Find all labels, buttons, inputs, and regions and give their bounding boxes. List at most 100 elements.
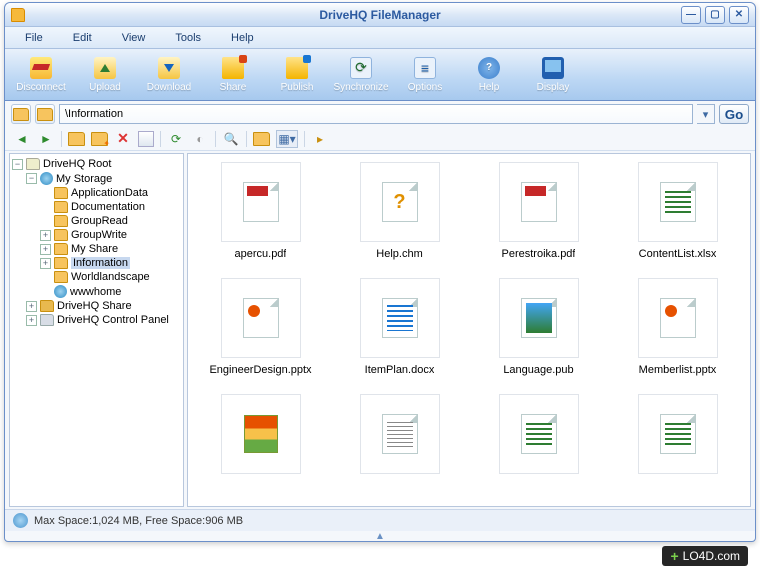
tree-node-wwwhome[interactable]: wwwhome bbox=[12, 284, 181, 299]
tree-node-applicationdata[interactable]: ApplicationData bbox=[12, 186, 181, 200]
folder-tree[interactable]: −DriveHQ Root−My StorageApplicationDataD… bbox=[9, 153, 184, 507]
menu-view[interactable]: View bbox=[122, 32, 146, 44]
synchronize-icon bbox=[350, 57, 372, 79]
file-grid: apercu.pdf Help.chm Perestroika.pdf Content… bbox=[196, 162, 742, 480]
menu-help[interactable]: Help bbox=[231, 32, 254, 44]
path-dropdown[interactable]: ▾ bbox=[697, 104, 715, 124]
pub-file-icon bbox=[521, 298, 557, 338]
menu-edit[interactable]: Edit bbox=[73, 32, 92, 44]
menu-file[interactable]: File bbox=[25, 32, 43, 44]
separator bbox=[304, 131, 305, 147]
minimize-button[interactable]: — bbox=[681, 6, 701, 24]
help-icon: ? bbox=[478, 57, 500, 79]
maximize-button[interactable]: ▢ bbox=[705, 6, 725, 24]
disconnect-icon bbox=[30, 57, 52, 79]
file-item[interactable] bbox=[613, 394, 742, 480]
menu-tools[interactable]: Tools bbox=[175, 32, 201, 44]
go-button[interactable]: Go bbox=[719, 104, 749, 124]
txt-file-icon bbox=[382, 414, 418, 454]
file-item[interactable]: Help.chm bbox=[335, 162, 464, 260]
titlebar: DriveHQ FileManager — ▢ ✕ bbox=[5, 3, 755, 27]
tree-node-groupwrite[interactable]: +GroupWrite bbox=[12, 228, 181, 242]
search-button[interactable]: 🔍 bbox=[222, 130, 240, 148]
toolbar-upload-button[interactable]: Upload bbox=[75, 52, 135, 98]
file-item[interactable]: Language.pub bbox=[474, 278, 603, 376]
window-buttons: — ▢ ✕ bbox=[681, 6, 749, 24]
view-mode-button[interactable]: ▦▾ bbox=[276, 130, 298, 148]
properties-button[interactable] bbox=[138, 131, 154, 147]
file-item[interactable]: ContentList.xlsx bbox=[613, 162, 742, 260]
file-thumbnail bbox=[360, 162, 440, 242]
refresh-button[interactable]: ⟳ bbox=[167, 130, 185, 148]
stop-button[interactable]: ◐ bbox=[191, 130, 209, 148]
file-item[interactable]: ItemPlan.docx bbox=[335, 278, 464, 376]
file-pane[interactable]: apercu.pdf Help.chm Perestroika.pdf Content… bbox=[187, 153, 751, 507]
status-text: Max Space:1,024 MB, Free Space:906 MB bbox=[34, 515, 243, 527]
nav-toolbar: ◄ ► ✕ ⟳ ◐ 🔍 ▦▾ ▸ bbox=[5, 127, 755, 151]
up-folder-button[interactable] bbox=[68, 132, 85, 146]
file-label: apercu.pdf bbox=[235, 248, 287, 260]
folder-picker-button[interactable] bbox=[11, 104, 31, 124]
close-button[interactable]: ✕ bbox=[729, 6, 749, 24]
app-title: DriveHQ FileManager bbox=[319, 8, 440, 22]
folder-current-icon[interactable] bbox=[35, 104, 55, 124]
options-icon bbox=[414, 57, 436, 79]
display-icon bbox=[542, 57, 564, 79]
app-icon bbox=[11, 8, 25, 22]
toolbar-share-button[interactable]: Share bbox=[203, 52, 263, 98]
xlsx-file-icon bbox=[521, 414, 557, 454]
toolbar-options-button[interactable]: Options bbox=[395, 52, 455, 98]
back-button[interactable]: ◄ bbox=[13, 130, 31, 148]
file-label: Language.pub bbox=[503, 364, 573, 376]
toolbar-label: Synchronize bbox=[333, 82, 388, 93]
toolbar-help-button[interactable]: ? Help bbox=[459, 52, 519, 98]
status-bar: Max Space:1,024 MB, Free Space:906 MB bbox=[5, 509, 755, 531]
file-item[interactable] bbox=[474, 394, 603, 480]
xlsx-file-icon bbox=[660, 182, 696, 222]
panel-collapse-chevron[interactable]: ▲ bbox=[5, 531, 755, 541]
share-icon bbox=[222, 57, 244, 79]
tree-node-drivehq-control-panel[interactable]: +DriveHQ Control Panel bbox=[12, 313, 181, 327]
toolbar-display-button[interactable]: Display bbox=[523, 52, 583, 98]
tree-node-documentation[interactable]: Documentation bbox=[12, 200, 181, 214]
file-thumbnail bbox=[360, 394, 440, 474]
tree-node-worldlandscape[interactable]: Worldlandscape bbox=[12, 270, 181, 284]
file-label: Perestroika.pdf bbox=[502, 248, 576, 260]
toolbar-label: Options bbox=[408, 82, 442, 93]
file-item[interactable]: Perestroika.pdf bbox=[474, 162, 603, 260]
tree-node-groupread[interactable]: GroupRead bbox=[12, 214, 181, 228]
upload-icon bbox=[94, 57, 116, 79]
folders-toggle-icon[interactable]: ▸ bbox=[311, 130, 329, 148]
path-input[interactable] bbox=[59, 104, 693, 124]
file-item[interactable]: apercu.pdf bbox=[196, 162, 325, 260]
toolbar-disconnect-button[interactable]: Disconnect bbox=[11, 52, 71, 98]
forward-button[interactable]: ► bbox=[37, 130, 55, 148]
file-label: ItemPlan.docx bbox=[365, 364, 435, 376]
pptx-file-icon bbox=[243, 298, 279, 338]
toolbar-publish-button[interactable]: Publish bbox=[267, 52, 327, 98]
new-folder-button[interactable] bbox=[91, 132, 108, 146]
delete-button[interactable]: ✕ bbox=[114, 130, 132, 148]
file-label: Help.chm bbox=[376, 248, 422, 260]
file-thumbnail bbox=[499, 278, 579, 358]
file-item[interactable]: EngineerDesign.pptx bbox=[196, 278, 325, 376]
toolbar-label: Share bbox=[220, 82, 247, 93]
pdf-file-icon bbox=[243, 182, 279, 222]
tree-root[interactable]: −DriveHQ Root bbox=[12, 157, 181, 171]
file-item[interactable] bbox=[196, 394, 325, 480]
file-item[interactable]: Memberlist.pptx bbox=[613, 278, 742, 376]
tree-node-information[interactable]: +Information bbox=[12, 256, 181, 270]
toolbar-synchronize-button[interactable]: Synchronize bbox=[331, 52, 391, 98]
file-thumbnail bbox=[638, 394, 718, 474]
toolbar-label: Help bbox=[479, 82, 500, 93]
file-label: ContentList.xlsx bbox=[639, 248, 717, 260]
file-item[interactable] bbox=[335, 394, 464, 480]
tree-node-drivehq-share[interactable]: +DriveHQ Share bbox=[12, 299, 181, 313]
folders-pane-button[interactable] bbox=[253, 132, 270, 146]
status-icon bbox=[13, 513, 28, 528]
tree-node-my-share[interactable]: +My Share bbox=[12, 242, 181, 256]
tree-node-my-storage[interactable]: −My Storage bbox=[12, 171, 181, 186]
file-thumbnail bbox=[221, 278, 301, 358]
toolbar-download-button[interactable]: Download bbox=[139, 52, 199, 98]
separator bbox=[215, 131, 216, 147]
